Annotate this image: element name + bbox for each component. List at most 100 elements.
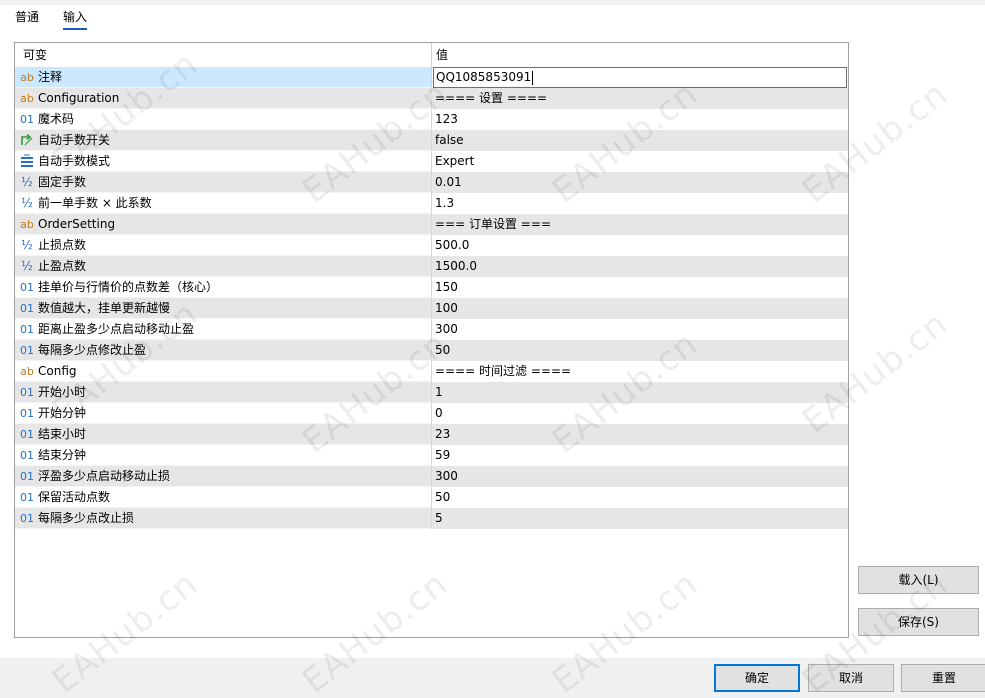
parameter-value-cell[interactable]: 0	[431, 403, 848, 424]
parameter-value-cell[interactable]: ==== 时间过滤 ====	[431, 361, 848, 382]
parameter-value-cell[interactable]: 1500.0	[431, 256, 848, 277]
parameter-row[interactable]: 01 开始分钟 0	[15, 403, 848, 424]
save-button[interactable]: 保存(S)	[858, 608, 979, 636]
parameter-name-cell[interactable]: ab Config	[15, 361, 431, 382]
parameter-name-cell[interactable]: ab Configuration	[15, 88, 431, 109]
column-header-value[interactable]: 值	[431, 43, 848, 67]
integer-type-icon: 01	[20, 281, 34, 294]
parameter-name-cell[interactable]: ab OrderSetting	[15, 214, 431, 235]
parameter-name-cell[interactable]: 01 开始小时	[15, 382, 431, 403]
parameter-value-cell[interactable]: 50	[431, 487, 848, 508]
parameter-row[interactable]: ½ 止损点数 500.0	[15, 235, 848, 256]
cancel-button[interactable]: 取消	[808, 664, 894, 692]
parameter-row[interactable]: 01 浮盈多少点启动移动止损 300	[15, 466, 848, 487]
parameter-row[interactable]: 01 开始小时 1	[15, 382, 848, 403]
ok-button[interactable]: 确定	[714, 664, 800, 692]
parameter-value-cell[interactable]: 300	[431, 319, 848, 340]
parameter-name-cell[interactable]: 自动手数模式	[15, 151, 431, 172]
parameter-name-cell[interactable]: 01 开始分钟	[15, 403, 431, 424]
text-caret	[532, 70, 534, 85]
tab-common[interactable]: 普通	[15, 8, 39, 30]
parameter-value: 500.0	[435, 238, 470, 252]
parameter-row[interactable]: 01 挂单价与行情价的点数差（核心） 150	[15, 277, 848, 298]
parameter-name-cell[interactable]: 01 浮盈多少点启动移动止损	[15, 466, 431, 487]
parameter-row[interactable]: ½ 止盈点数 1500.0	[15, 256, 848, 277]
parameter-name-cell[interactable]: 自动手数开关	[15, 130, 431, 151]
parameter-row[interactable]: ab OrderSetting === 订单设置 ===	[15, 214, 848, 235]
column-header-variable[interactable]: 可变	[15, 43, 431, 67]
parameter-row[interactable]: 01 结束小时 23	[15, 424, 848, 445]
parameter-value: 50	[435, 343, 451, 357]
parameter-value-cell[interactable]: ==== 设置 ====	[431, 88, 848, 109]
parameter-name-cell[interactable]: 01 结束小时	[15, 424, 431, 445]
parameter-value-cell[interactable]: 150	[431, 277, 848, 298]
parameter-name-cell[interactable]: 01 魔术码	[15, 109, 431, 130]
grid-header: 可变 值	[15, 43, 848, 67]
parameter-name-cell[interactable]: 01 距离止盈多少点启动移动止盈	[15, 319, 431, 340]
parameter-value-cell[interactable]: false	[431, 130, 848, 151]
parameter-value-cell[interactable]: 0.01	[431, 172, 848, 193]
parameter-name-cell[interactable]: ½ 止损点数	[15, 235, 431, 256]
parameter-name: OrderSetting	[38, 217, 116, 231]
parameter-value-cell[interactable]: 100	[431, 298, 848, 319]
parameter-row[interactable]: ab 注释 QQ1085853091	[15, 67, 848, 88]
parameter-name: 数值越大，挂单更新越慢	[38, 301, 171, 315]
parameter-row[interactable]: ab Config ==== 时间过滤 ====	[15, 361, 848, 382]
enum-type-icon	[19, 151, 35, 172]
reset-button[interactable]: 重置	[901, 664, 985, 692]
parameter-value-cell[interactable]: 50	[431, 340, 848, 361]
parameter-value-cell[interactable]: 59	[431, 445, 848, 466]
tab-inputs[interactable]: 输入	[63, 8, 88, 30]
parameter-row[interactable]: 01 数值越大，挂单更新越慢 100	[15, 298, 848, 319]
parameter-value-cell[interactable]: 23	[431, 424, 848, 445]
parameter-name-cell[interactable]: 01 每隔多少点改止损	[15, 508, 431, 529]
parameter-name-cell[interactable]: ½ 前一单手数 × 此系数	[15, 193, 431, 214]
string-type-icon: ab	[20, 71, 34, 84]
parameter-row[interactable]: 01 魔术码 123	[15, 109, 848, 130]
parameter-value-cell[interactable]: === 订单设置 ===	[431, 214, 848, 235]
string-type-icon: ab	[20, 218, 34, 231]
parameter-row[interactable]: 自动手数开关 false	[15, 130, 848, 151]
parameter-value-cell[interactable]: Expert	[431, 151, 848, 172]
parameter-name: Config	[38, 364, 77, 378]
parameter-row[interactable]: 自动手数模式 Expert	[15, 151, 848, 172]
parameter-name: 自动手数模式	[38, 154, 111, 168]
parameter-name-cell[interactable]: 01 结束分钟	[15, 445, 431, 466]
parameter-name: 挂单价与行情价的点数差（核心）	[38, 280, 219, 294]
parameter-value-cell[interactable]: 1.3	[431, 193, 848, 214]
load-button[interactable]: 载入(L)	[858, 566, 979, 594]
value-edit-text: QQ1085853091	[436, 70, 532, 84]
integer-type-icon: 01	[20, 386, 34, 399]
parameter-value-cell[interactable]: 1	[431, 382, 848, 403]
parameter-value-cell[interactable]: 5	[431, 508, 848, 529]
boolean-type-icon	[19, 130, 35, 151]
parameter-value-cell[interactable]: QQ1085853091	[431, 67, 848, 88]
parameter-name-cell[interactable]: ab 注释	[15, 67, 431, 88]
parameter-row[interactable]: 01 结束分钟 59	[15, 445, 848, 466]
parameter-name-cell[interactable]: 01 数值越大，挂单更新越慢	[15, 298, 431, 319]
parameter-name-cell[interactable]: ½ 固定手数	[15, 172, 431, 193]
value-edit-input[interactable]: QQ1085853091	[433, 67, 847, 88]
parameter-value-cell[interactable]: 123	[431, 109, 848, 130]
parameter-row[interactable]: ½ 前一单手数 × 此系数 1.3	[15, 193, 848, 214]
parameter-name-cell[interactable]: 01 保留活动点数	[15, 487, 431, 508]
parameter-name-cell[interactable]: 01 每隔多少点修改止盈	[15, 340, 431, 361]
parameter-row[interactable]: ½ 固定手数 0.01	[15, 172, 848, 193]
parameter-value-cell[interactable]: 500.0	[431, 235, 848, 256]
parameter-row[interactable]: ab Configuration ==== 设置 ====	[15, 88, 848, 109]
parameter-row[interactable]: 01 每隔多少点修改止盈 50	[15, 340, 848, 361]
double-type-icon: ½	[21, 238, 33, 252]
parameter-name-cell[interactable]: 01 挂单价与行情价的点数差（核心）	[15, 277, 431, 298]
parameter-row[interactable]: 01 距离止盈多少点启动移动止盈 300	[15, 319, 848, 340]
parameter-name: 开始小时	[38, 385, 87, 399]
parameter-value: ==== 时间过滤 ====	[435, 364, 572, 378]
parameter-name-cell[interactable]: ½ 止盈点数	[15, 256, 431, 277]
parameter-value: 300	[435, 322, 458, 336]
parameter-value: 50	[435, 490, 451, 504]
parameter-value: 0.01	[435, 175, 462, 189]
parameter-value-cell[interactable]: 300	[431, 466, 848, 487]
string-type-icon: ab	[20, 365, 34, 378]
parameter-value: 0	[435, 406, 443, 420]
parameter-row[interactable]: 01 保留活动点数 50	[15, 487, 848, 508]
parameter-row[interactable]: 01 每隔多少点改止损 5	[15, 508, 848, 529]
